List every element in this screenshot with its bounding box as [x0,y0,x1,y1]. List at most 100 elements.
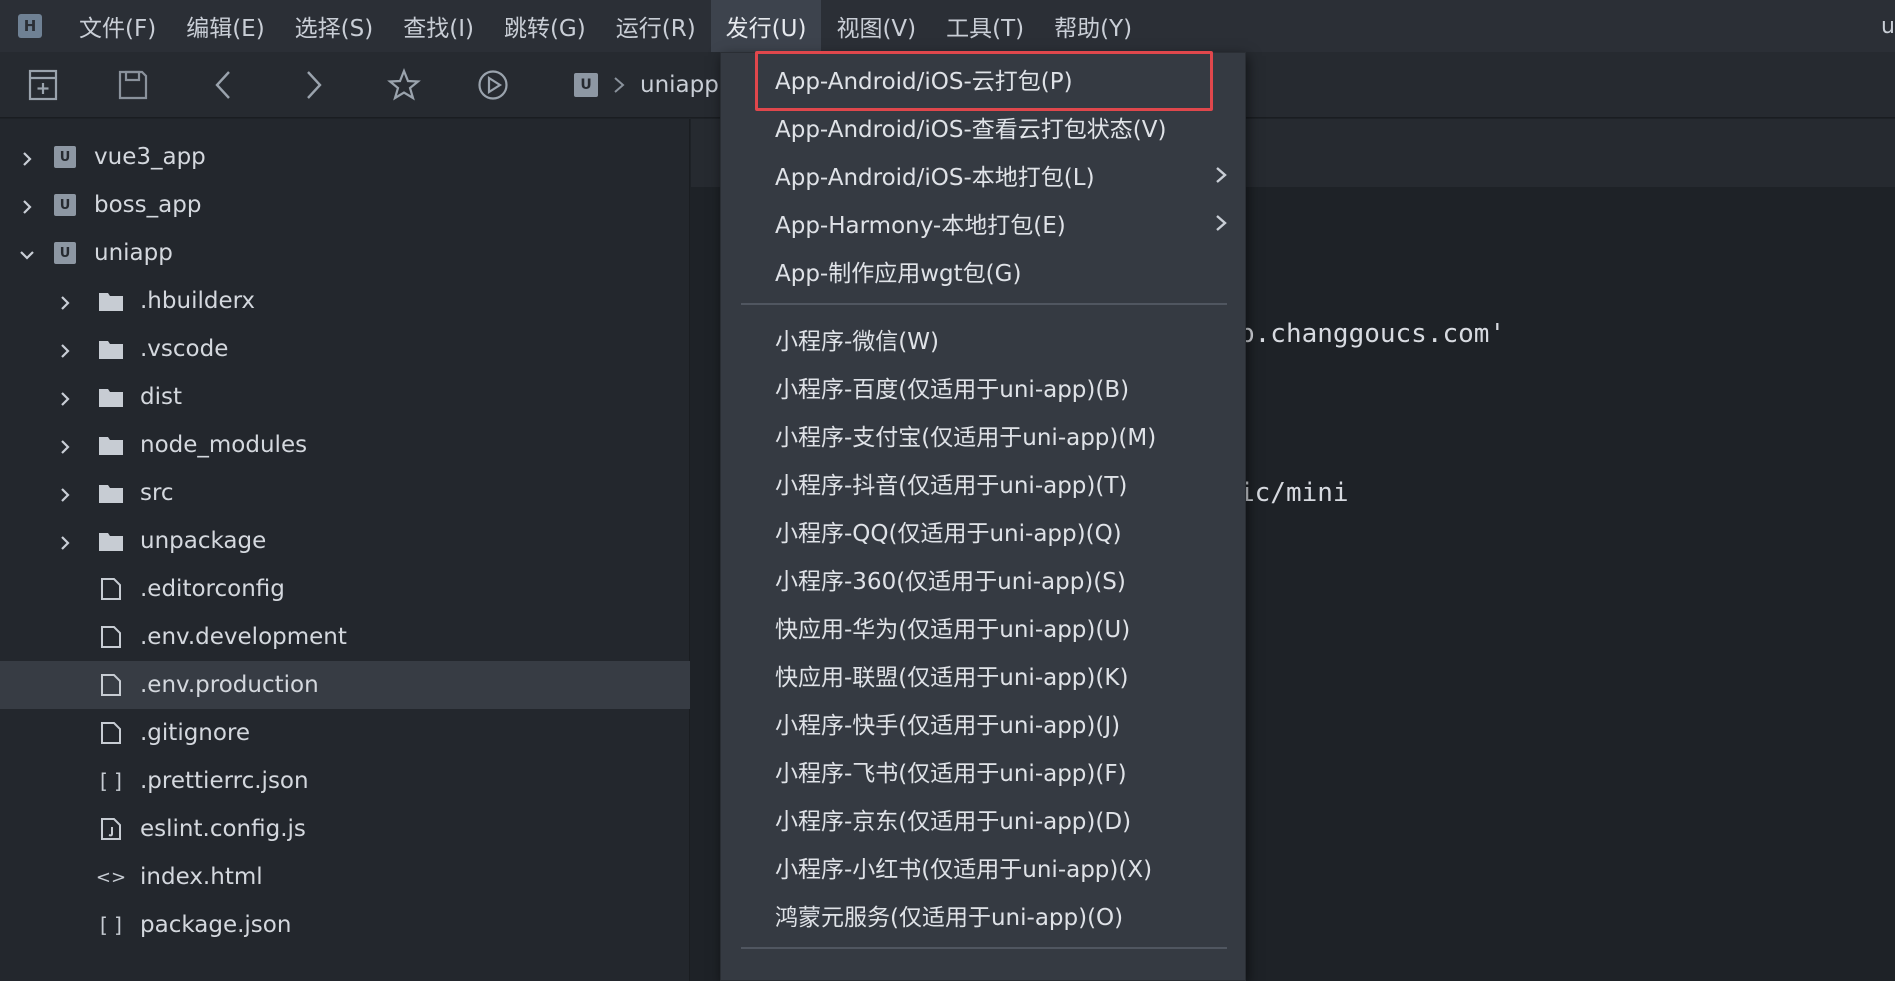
tree-item[interactable]: <> index.html [0,853,690,901]
menu-7[interactable]: 视图(V) [821,0,931,52]
folder-icon [98,337,124,361]
tree-item[interactable]: Uboss_app [0,181,690,229]
tree-item[interactable]: .env.production [0,661,690,709]
folder-icon [98,289,124,313]
menu-1[interactable]: 编辑(E) [171,0,279,52]
dropdown-item-label: 小程序-微信(W) [775,329,939,355]
tree-item-label: vue3_app [94,144,206,170]
chevron-right-icon[interactable] [56,292,74,310]
dropdown-item[interactable]: 鸿蒙元服务(仅适用于uni-app)(O) [721,891,1247,939]
breadcrumb-project[interactable]: uniapp [640,72,719,98]
menubar-edge-text: u [1881,14,1895,39]
dropdown-item[interactable]: App-制作应用wgt包(G) [721,247,1247,295]
folder-icon [98,481,124,505]
tree-item[interactable]: [ ] package.json [0,901,690,949]
dropdown-item[interactable]: App-Android/iOS-本地打包(L) [721,151,1247,199]
tree-item[interactable]: .hbuilderx [0,277,690,325]
tree-item[interactable]: .gitignore [0,709,690,757]
menu-0[interactable]: 文件(F) [64,0,171,52]
dropdown-item[interactable]: 小程序-小红书(仅适用于uni-app)(X) [721,843,1247,891]
dropdown-item[interactable]: 小程序-QQ(仅适用于uni-app)(Q) [721,507,1247,555]
project-logo-icon: U [54,242,76,264]
run-icon[interactable] [474,66,512,104]
chevron-right-icon[interactable] [56,532,74,550]
chevron-right-icon[interactable] [56,388,74,406]
code-line: ic/mini [1239,478,1349,508]
tree-item-label: .env.development [140,624,347,650]
file-icon [98,625,124,649]
dropdown-item-label: 鸿蒙元服务(仅适用于uni-app)(O) [775,905,1124,931]
menu-3[interactable]: 查找(I) [388,0,489,52]
tree-item[interactable]: .editorconfig [0,565,690,613]
dropdown-item-label: 小程序-京东(仅适用于uni-app)(D) [775,809,1132,835]
project-logo-icon: U [54,194,76,216]
menu-9[interactable]: 帮助(Y) [1039,0,1147,52]
new-file-icon[interactable] [24,66,62,104]
tree-item[interactable]: dist [0,373,690,421]
save-icon[interactable] [114,66,152,104]
dropdown-item-label: App-Harmony-本地打包(E) [775,213,1066,239]
dropdown-item-label: App-Android/iOS-云打包(P) [775,69,1073,95]
tree-item[interactable]: .vscode [0,325,690,373]
dropdown-item[interactable]: 小程序-百度(仅适用于uni-app)(B) [721,363,1247,411]
menu-6[interactable]: 发行(U) [710,0,822,52]
tree-item-label: uniapp [94,240,173,266]
tree-item[interactable]: node_modules [0,421,690,469]
dropdown-item[interactable]: 快应用-联盟(仅适用于uni-app)(K) [721,651,1247,699]
tree-item-label: src [140,480,174,506]
menu-5[interactable]: 运行(R) [601,0,711,52]
menu-8[interactable]: 工具(T) [931,0,1039,52]
tree-item-label: unpackage [140,528,267,554]
tree-item-label: .env.production [140,672,319,698]
chevron-right-icon[interactable] [56,484,74,502]
chevron-right-icon[interactable] [56,436,74,454]
dropdown-item[interactable]: 快应用-华为(仅适用于uni-app)(U) [721,603,1247,651]
project-icon: U [52,145,78,169]
dropdown-item[interactable]: App-Android/iOS-云打包(P) [721,51,1247,111]
tree-item[interactable]: Uuniapp [0,229,690,277]
dropdown-item[interactable]: 小程序-抖音(仅适用于uni-app)(T) [721,459,1247,507]
star-icon[interactable] [385,66,423,104]
menu-separator [741,303,1227,305]
tree-item[interactable]: src [0,469,690,517]
tree-item[interactable]: Uvue3_app [0,133,690,181]
chevron-right-icon[interactable] [18,196,36,214]
tree-item-label: boss_app [94,192,202,218]
tree-item[interactable]: eslint.config.js [0,805,690,853]
dropdown-item[interactable]: 小程序-飞书(仅适用于uni-app)(F) [721,747,1247,795]
tree-item-label: package.json [140,912,292,938]
file-icon [98,721,124,745]
dropdown-item-label: 快应用-华为(仅适用于uni-app)(U) [775,617,1131,643]
project-explorer: Uvue3_app Uboss_app Uuniapp .hbuilderx .vsco… [0,119,690,981]
chevron-right-icon [614,77,625,93]
app-logo-icon[interactable]: H [18,14,42,38]
dropdown-item[interactable]: 小程序-快手(仅适用于uni-app)(J) [721,699,1247,747]
dropdown-item[interactable]: 小程序-360(仅适用于uni-app)(S) [721,555,1247,603]
tree-item-label: index.html [140,864,263,890]
dropdown-item[interactable]: App-Android/iOS-查看云打包状态(V) [721,103,1247,151]
back-icon[interactable] [205,66,243,104]
chevron-down-icon[interactable] [18,244,36,262]
forward-icon[interactable] [294,66,332,104]
project-icon: U [52,193,78,217]
chevron-right-icon[interactable] [56,340,74,358]
json-file-icon: [ ] [100,913,122,937]
tree-item[interactable]: unpackage [0,517,690,565]
html-file-icon: <> [95,866,127,888]
dropdown-item[interactable]: 小程序-支付宝(仅适用于uni-app)(M) [721,411,1247,459]
dropdown-item[interactable]: App-Harmony-本地打包(E) [721,199,1247,247]
project-logo-icon: U [54,146,76,168]
submenu-arrow-icon [1211,165,1231,185]
tree-item[interactable]: [ ] .prettierrc.json [0,757,690,805]
dropdown-item-label: 小程序-百度(仅适用于uni-app)(B) [775,377,1130,403]
tree-item-label: node_modules [140,432,308,458]
dropdown-item[interactable]: 小程序-微信(W) [721,315,1247,363]
tree-item[interactable]: .env.development [0,613,690,661]
dropdown-item[interactable]: 小程序-京东(仅适用于uni-app)(D) [721,795,1247,843]
menu-4[interactable]: 跳转(G) [489,0,601,52]
menu-2[interactable]: 选择(S) [280,0,389,52]
dropdown-item-label: 小程序-支付宝(仅适用于uni-app)(M) [775,425,1157,451]
chevron-right-icon[interactable] [18,148,36,166]
dropdown-item-label: App-Android/iOS-查看云打包状态(V) [775,117,1167,143]
folder-icon [98,433,124,457]
